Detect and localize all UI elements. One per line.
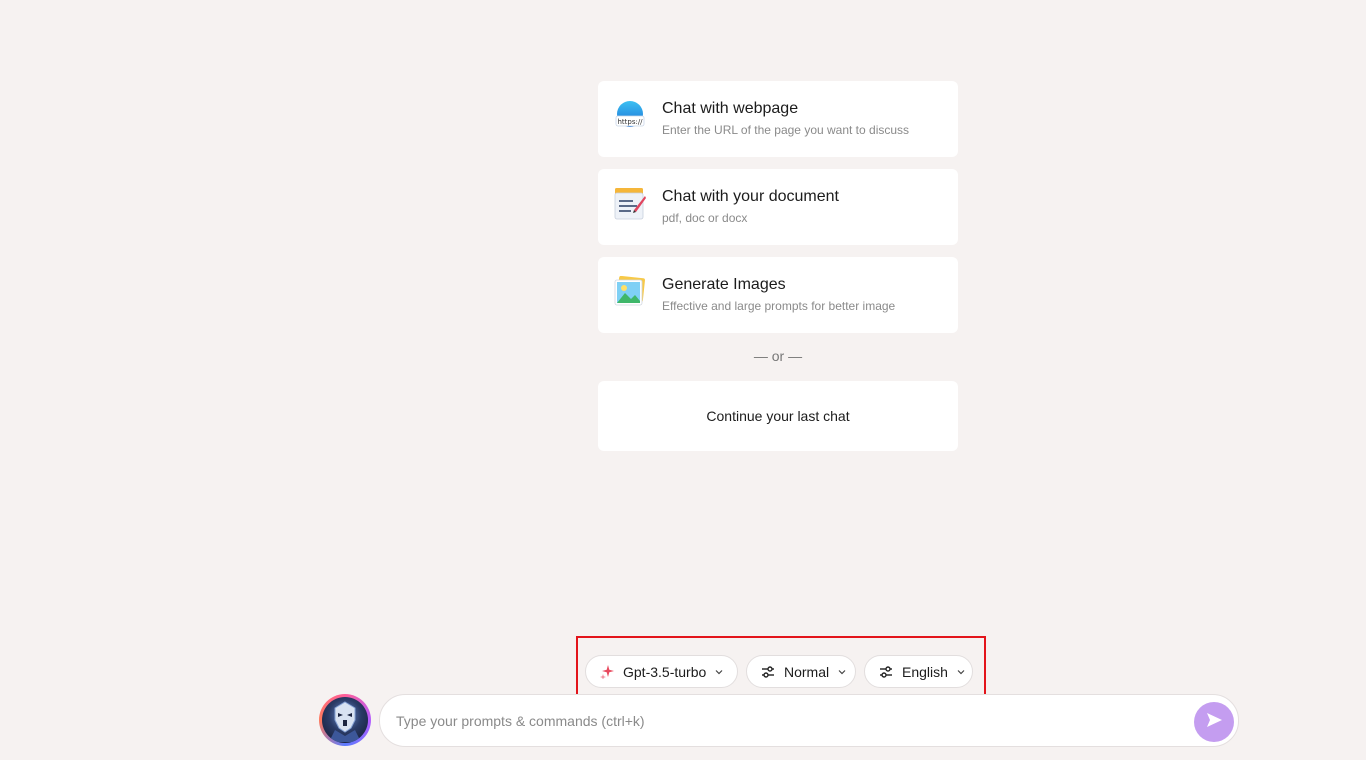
send-button[interactable] [1194, 702, 1234, 742]
prompt-input[interactable] [396, 712, 1176, 729]
avatar[interactable] [319, 694, 371, 746]
mode-value: Normal [784, 663, 830, 680]
document-pen-icon [614, 188, 646, 220]
image-icon [614, 275, 646, 308]
chevron-down-icon [956, 667, 966, 677]
language-value: English [902, 663, 948, 680]
https-icon-label: https:// [617, 118, 643, 126]
sparkle-icon [600, 664, 614, 679]
avatar-image [322, 697, 368, 743]
card-subtitle: Enter the URL of the page you want to di… [662, 123, 910, 137]
language-selector[interactable]: English [864, 655, 973, 688]
sliders-icon [879, 665, 893, 679]
prompt-box [379, 694, 1239, 747]
card-subtitle: Effective and large prompts for better i… [662, 299, 896, 313]
card-subtitle: pdf, doc or docx [662, 211, 748, 225]
chat-with-document-card[interactable]: Chat with your document pdf, doc or docx [598, 169, 958, 245]
model-selector[interactable]: Gpt-3.5-turbo [585, 655, 738, 688]
globe-https-icon: https:// [614, 100, 646, 132]
chat-with-webpage-card[interactable]: https:// Chat with webpage Enter the URL… [598, 81, 958, 157]
continue-last-chat-button[interactable]: Continue your last chat [598, 381, 958, 451]
send-icon [1205, 711, 1223, 734]
generate-images-card[interactable]: Generate Images Effective and large prom… [598, 257, 958, 333]
mode-selector[interactable]: Normal [746, 655, 856, 688]
model-value: Gpt-3.5-turbo [623, 663, 707, 680]
card-title: Chat with your document [662, 188, 839, 205]
sliders-icon [761, 665, 775, 679]
or-divider: — or — [753, 348, 803, 364]
card-title: Generate Images [662, 276, 786, 293]
chevron-down-icon [714, 667, 724, 677]
page: https:// Chat with webpage Enter the URL… [0, 0, 1366, 760]
continue-label: Continue your last chat [706, 408, 850, 424]
card-title: Chat with webpage [662, 100, 799, 117]
chevron-down-icon [837, 667, 847, 677]
